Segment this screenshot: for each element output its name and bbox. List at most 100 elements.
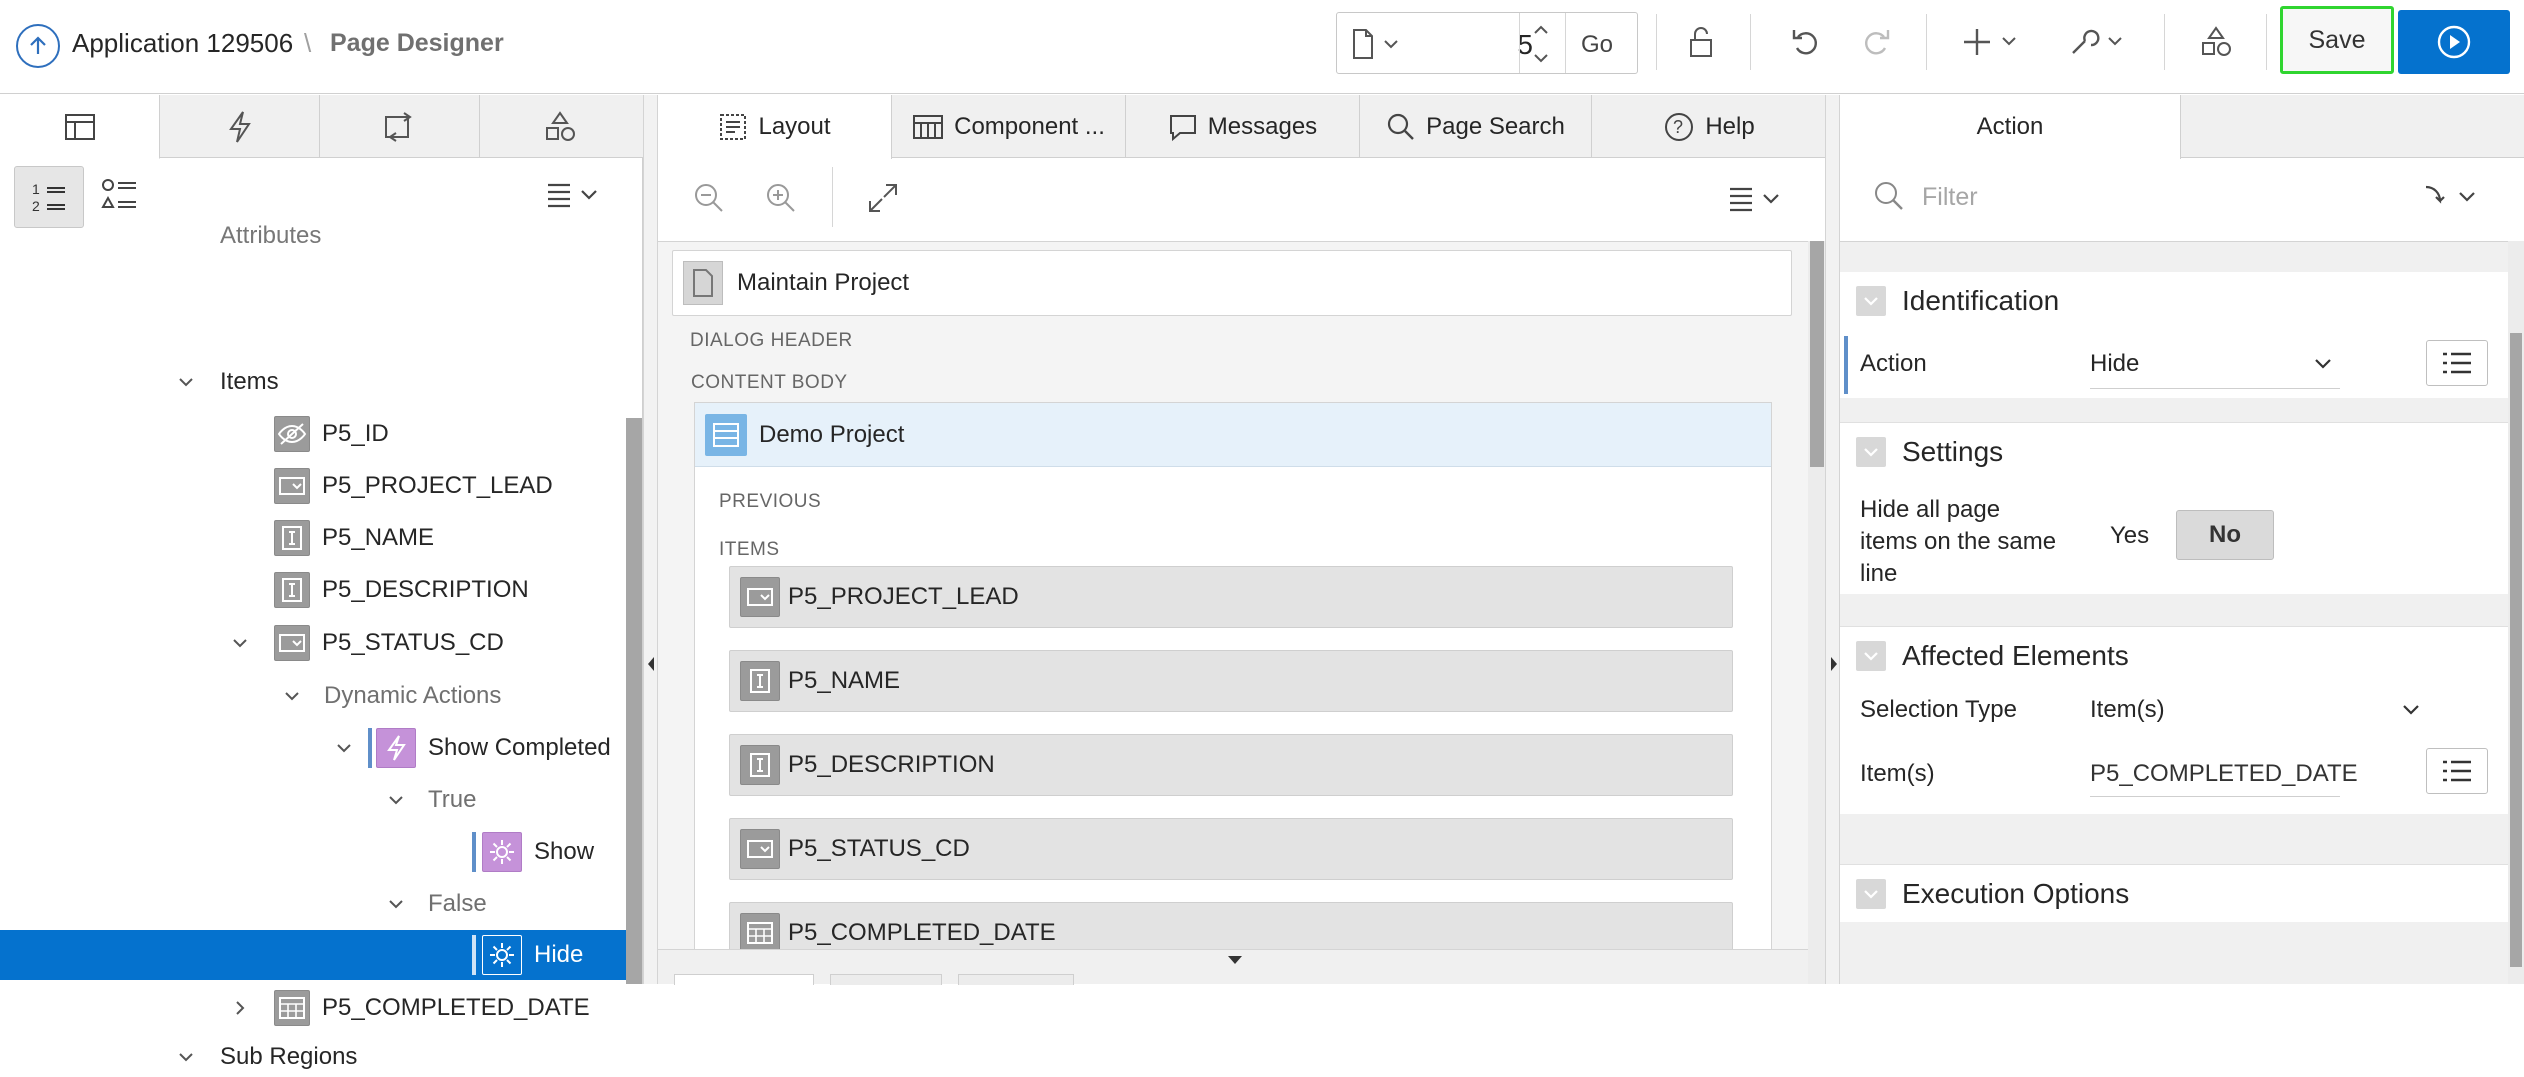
- tree-view-grouped-icon[interactable]: [100, 175, 140, 215]
- layout-item-p5-status-cd[interactable]: P5_STATUS_CD: [729, 818, 1733, 880]
- tree-view-ordered-button[interactable]: 12: [14, 166, 84, 228]
- items-input[interactable]: P5_COMPLETED_DATE: [2090, 760, 2358, 788]
- tree-node-show-action[interactable]: Show: [472, 829, 594, 875]
- right-splitter[interactable]: [1825, 95, 1840, 984]
- zoom-out-icon[interactable]: [692, 181, 726, 215]
- tree-node-hide-action[interactable]: Hide: [472, 932, 583, 978]
- list-icon: [2443, 760, 2471, 782]
- expand-icon[interactable]: [866, 181, 900, 215]
- required-marker: [1844, 336, 1848, 394]
- list-picker-button[interactable]: [2426, 748, 2488, 794]
- gallery-tab[interactable]: [674, 974, 814, 985]
- tree-node-items[interactable]: Items: [176, 359, 279, 405]
- tree-node-p5-completed-date[interactable]: P5_COMPLETED_DATE: [230, 985, 590, 1031]
- tab-processing[interactable]: [320, 95, 480, 158]
- layout-item-p5-name[interactable]: P5_NAME: [729, 650, 1733, 712]
- layout-pane: Layout Component ... Messages Page Searc…: [658, 95, 1826, 985]
- page-selector: 5 Go: [1336, 12, 1638, 74]
- tab-help[interactable]: ? Help: [1592, 95, 1826, 158]
- chevron-down-icon: [285, 692, 299, 701]
- region-demo-project[interactable]: Demo Project PREVIOUS ITEMS P5_PROJECT_L…: [694, 402, 1772, 984]
- page-title-bar[interactable]: Maintain Project: [672, 250, 1792, 316]
- create-plus-icon[interactable]: [1958, 10, 2028, 74]
- tree-node-true[interactable]: True: [386, 777, 476, 823]
- region-header[interactable]: Demo Project: [695, 403, 1771, 467]
- tree-node-p5-name[interactable]: P5_NAME: [274, 515, 434, 561]
- layout-menu-icon[interactable]: [1726, 183, 1790, 213]
- tab-label: Action: [1976, 113, 2044, 140]
- layout-item-p5-project-lead[interactable]: P5_PROJECT_LEAD: [729, 566, 1733, 628]
- zoom-in-icon[interactable]: [764, 181, 798, 215]
- tree-node-label: P5_ID: [322, 420, 389, 447]
- save-button[interactable]: Save: [2280, 6, 2394, 74]
- tree-node-show-completed[interactable]: Show Completed: [334, 725, 611, 771]
- lock-icon[interactable]: [1676, 10, 1728, 74]
- go-button[interactable]: Go: [1581, 31, 1613, 59]
- tab-action[interactable]: Action: [1840, 95, 2181, 159]
- tree-node-label: Items: [220, 368, 279, 395]
- chevron-down-icon[interactable]: [1856, 640, 1886, 671]
- chevron-up-icon[interactable]: [1521, 17, 1561, 43]
- right-scrollbar-thumb[interactable]: [2510, 333, 2522, 967]
- tree-node-p5-status-cd[interactable]: P5_STATUS_CD: [230, 620, 504, 666]
- tree-menu-icon[interactable]: [544, 179, 608, 209]
- group-title: Affected Elements: [1902, 639, 2129, 671]
- run-page-button[interactable]: [2398, 10, 2510, 74]
- left-splitter[interactable]: [643, 95, 658, 984]
- select-list-item-icon: [740, 577, 780, 617]
- undo-icon[interactable]: [1780, 10, 1832, 74]
- chevron-down-icon[interactable]: [1856, 436, 1886, 467]
- collapse-down-icon: [1228, 956, 1242, 964]
- chevron-down-icon[interactable]: [1521, 45, 1561, 71]
- tree-node-attributes[interactable]: Attributes: [220, 221, 321, 251]
- up-arrow-icon[interactable]: [16, 24, 60, 68]
- tree-node-sub-regions[interactable]: Sub Regions: [176, 1037, 357, 1077]
- group-identification[interactable]: Identification: [1840, 272, 2510, 330]
- redo-icon[interactable]: [1850, 10, 1902, 74]
- tab-component-view[interactable]: Component ...: [892, 95, 1126, 158]
- selection-type-select[interactable]: Item(s): [2090, 696, 2165, 724]
- lightning-icon: [376, 728, 416, 768]
- gallery-splitter[interactable]: [658, 949, 1808, 985]
- yes-option[interactable]: Yes: [2110, 522, 2149, 550]
- page-icon[interactable]: [1351, 29, 1401, 59]
- group-settings[interactable]: Settings: [1840, 422, 2510, 480]
- item-label: P5_STATUS_CD: [788, 835, 970, 862]
- left-scrollbar[interactable]: [626, 418, 642, 984]
- center-tab-strip: Layout Component ... Messages Page Searc…: [658, 95, 1826, 159]
- tree-node-p5-project-lead[interactable]: P5_PROJECT_LEAD: [274, 463, 553, 509]
- group-affected-elements[interactable]: Affected Elements: [1840, 626, 2510, 684]
- tab-layout[interactable]: Layout: [658, 95, 892, 159]
- action-select[interactable]: Hide: [2090, 350, 2139, 378]
- tab-dynamic-actions[interactable]: [160, 95, 320, 158]
- tab-messages[interactable]: Messages: [1126, 95, 1360, 158]
- tab-page-search[interactable]: Page Search: [1360, 95, 1592, 158]
- utilities-wrench-icon[interactable]: [2064, 10, 2134, 74]
- list-picker-button[interactable]: [2426, 340, 2488, 386]
- tree-node-false[interactable]: False: [386, 881, 487, 927]
- gallery-tab[interactable]: [830, 974, 942, 985]
- component-view-icon: [913, 114, 944, 139]
- center-scrollbar-thumb[interactable]: [1810, 241, 1824, 467]
- tree-node-p5-description[interactable]: P5_DESCRIPTION: [274, 567, 529, 613]
- no-option-selected[interactable]: No: [2176, 510, 2274, 560]
- group-execution-options[interactable]: Execution Options: [1840, 864, 2510, 922]
- tree-node-label: P5_NAME: [322, 524, 435, 551]
- layout-item-p5-description[interactable]: P5_DESCRIPTION: [729, 734, 1733, 796]
- divider: [2266, 14, 2267, 70]
- gear-icon: [482, 832, 522, 872]
- gallery-tab[interactable]: [958, 974, 1074, 985]
- chevron-down-icon[interactable]: [1856, 286, 1886, 316]
- chevron-down-icon: [179, 1053, 193, 1062]
- filter-input[interactable]: Filter: [1922, 183, 1978, 212]
- property-rows-affected: Selection Type Item(s) Item(s) P5_COMPLE…: [1840, 684, 2510, 814]
- group-title: Settings: [1902, 435, 2004, 467]
- shared-components-icon[interactable]: [2190, 10, 2242, 74]
- goto-group-icon[interactable]: [2422, 181, 2486, 211]
- tree-node-p5-id[interactable]: P5_ID: [274, 411, 389, 457]
- tab-rendering[interactable]: [0, 95, 160, 159]
- tree-node-dynamic-actions[interactable]: Dynamic Actions: [282, 673, 501, 719]
- tab-shared-components[interactable]: [480, 95, 640, 158]
- application-title[interactable]: Application 129506: [72, 28, 293, 59]
- chevron-down-icon[interactable]: [1856, 878, 1886, 909]
